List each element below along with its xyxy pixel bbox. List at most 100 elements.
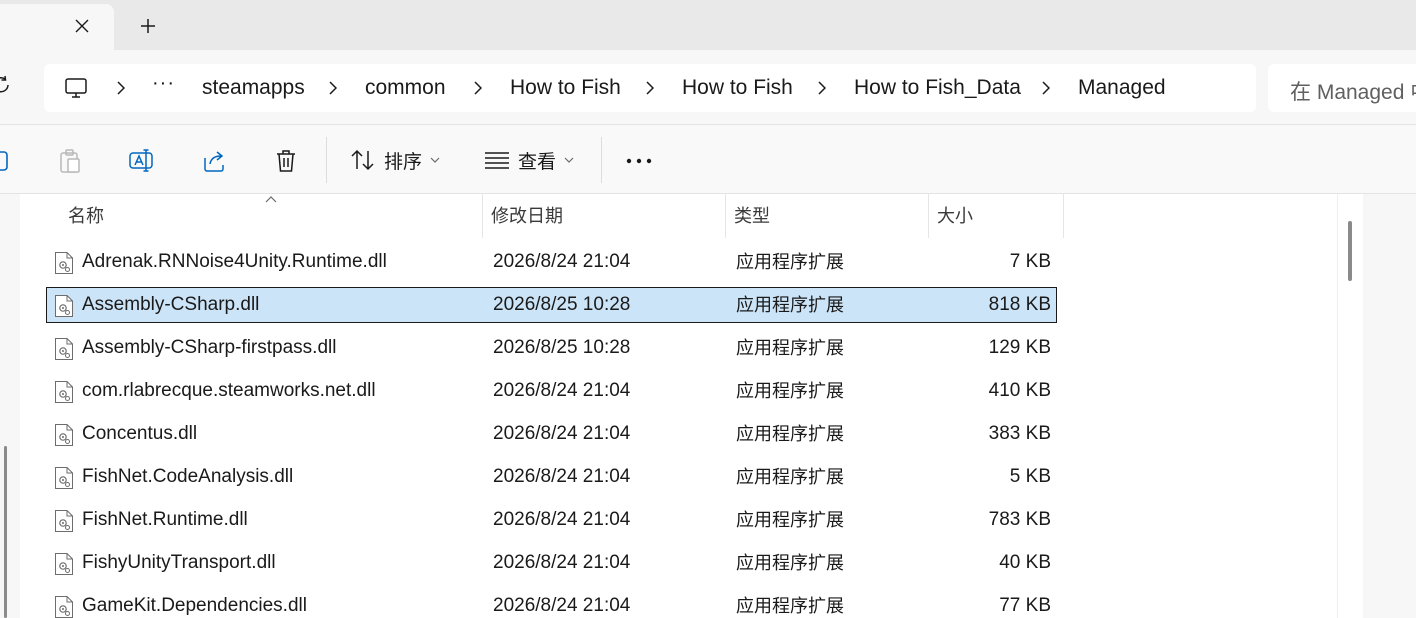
- column-header: 名称 修改日期 类型 大小: [20, 194, 1337, 238]
- delete-icon[interactable]: [272, 147, 300, 175]
- file-modified: 2026/8/24 21:04: [493, 251, 631, 272]
- navigation-bar: ··· steamapps common How to Fish How to …: [0, 50, 1416, 124]
- breadcrumb-managed[interactable]: Managed: [1078, 75, 1166, 101]
- column-name[interactable]: 名称: [60, 194, 482, 238]
- this-pc-icon[interactable]: [64, 76, 88, 100]
- sort-label: 排序: [384, 151, 423, 173]
- dll-file-icon: [54, 423, 74, 447]
- file-type: 应用程序扩展: [736, 381, 844, 401]
- breadcrumb-common[interactable]: common: [365, 75, 446, 101]
- tab-strip: [0, 0, 1416, 50]
- plus-icon: [141, 19, 155, 33]
- file-name: Concentus.dll: [82, 423, 198, 444]
- file-modified: 2026/8/24 21:04: [493, 509, 631, 530]
- column-modified[interactable]: 修改日期: [483, 194, 725, 238]
- file-row[interactable]: GameKit.Dependencies.dll 2026/8/24 21:04 应…: [46, 588, 1057, 618]
- file-size: 77 KB: [999, 595, 1051, 616]
- dll-file-icon: [54, 337, 74, 361]
- command-bar: 排序 查看: [0, 124, 1416, 194]
- breadcrumb-how-to-fish-2[interactable]: How to Fish: [682, 75, 793, 101]
- chevron-right-icon[interactable]: [471, 76, 485, 100]
- file-size: 7 KB: [1009, 251, 1051, 272]
- file-modified: 2026/8/24 21:04: [493, 466, 631, 487]
- divider: [601, 137, 602, 183]
- file-name: Adrenak.RNNoise4Unity.Runtime.dll: [82, 251, 387, 272]
- sort-icon: [351, 149, 374, 171]
- chevron-right-icon[interactable]: [114, 76, 128, 100]
- address-bar[interactable]: ··· steamapps common How to Fish How to …: [44, 64, 1256, 112]
- navigation-pane: [0, 194, 20, 618]
- new-tab-button[interactable]: [136, 14, 160, 38]
- file-modified: 2026/8/24 21:04: [493, 595, 631, 616]
- file-name: FishNet.CodeAnalysis.dll: [82, 466, 294, 487]
- chevron-right-icon[interactable]: [1039, 76, 1053, 100]
- dll-file-icon: [54, 595, 74, 618]
- file-name: Assembly-CSharp-firstpass.dll: [82, 337, 337, 358]
- file-size: 783 KB: [988, 509, 1051, 530]
- more-icon: [626, 158, 652, 164]
- file-name: FishNet.Runtime.dll: [82, 509, 248, 530]
- paste-icon[interactable]: [56, 147, 84, 175]
- dll-file-icon: [54, 294, 74, 318]
- file-row[interactable]: com.rlabrecque.steamworks.net.dll 2026/8/…: [46, 373, 1057, 409]
- file-size: 5 KB: [1009, 466, 1051, 487]
- breadcrumb-overflow-button[interactable]: ···: [152, 72, 175, 95]
- more-options-button[interactable]: [622, 147, 656, 175]
- breadcrumb-how-to-fish-data[interactable]: How to Fish_Data: [854, 75, 1021, 101]
- file-row[interactable]: FishNet.Runtime.dll 2026/8/24 21:04 应用程序扩展…: [46, 502, 1057, 538]
- file-type: 应用程序扩展: [736, 553, 844, 573]
- rename-icon[interactable]: [128, 147, 156, 175]
- file-name: FishyUnityTransport.dll: [82, 552, 276, 573]
- dll-file-icon: [54, 251, 74, 275]
- sort-button[interactable]: 排序: [350, 143, 440, 177]
- file-modified: 2026/8/24 21:04: [493, 380, 631, 401]
- breadcrumb-steamapps[interactable]: steamapps: [202, 75, 305, 101]
- file-name: com.rlabrecque.steamworks.net.dll: [82, 380, 376, 401]
- breadcrumb-how-to-fish[interactable]: How to Fish: [510, 75, 621, 101]
- file-row[interactable]: Assembly-CSharp-firstpass.dll 2026/8/25 1…: [46, 330, 1057, 366]
- file-row[interactable]: FishyUnityTransport.dll 2026/8/24 21:04 应用…: [46, 545, 1057, 581]
- file-row[interactable]: Adrenak.RNNoise4Unity.Runtime.dll 2026/8/…: [46, 244, 1057, 280]
- file-name: GameKit.Dependencies.dll: [82, 595, 307, 616]
- chevron-right-icon[interactable]: [326, 76, 340, 100]
- file-row[interactable]: Assembly-CSharp.dll 2026/8/25 10:28 应用程序扩展…: [46, 287, 1057, 323]
- chevron-right-icon[interactable]: [815, 76, 829, 100]
- details-pane: [1363, 194, 1416, 618]
- view-button[interactable]: 查看: [484, 143, 574, 177]
- dll-file-icon: [54, 509, 74, 533]
- dll-file-icon: [54, 552, 74, 576]
- file-modified: 2026/8/24 21:04: [493, 552, 631, 573]
- list-view-icon: [485, 152, 509, 169]
- active-tab[interactable]: [0, 4, 114, 50]
- close-icon[interactable]: [70, 14, 94, 38]
- navigation-pane-scrollbar[interactable]: [4, 446, 7, 618]
- search-placeholder: 在 Managed 中: [1290, 81, 1416, 104]
- search-input[interactable]: 在 Managed 中: [1268, 64, 1416, 112]
- copy-icon[interactable]: [0, 147, 14, 175]
- divider: [326, 137, 327, 183]
- file-type: 应用程序扩展: [736, 424, 844, 444]
- file-list-scrollbar-thumb[interactable]: [1348, 221, 1352, 281]
- column-resize-handle[interactable]: [1063, 194, 1064, 238]
- file-type: 应用程序扩展: [736, 596, 844, 616]
- chevron-right-icon[interactable]: [643, 76, 657, 100]
- chevron-down-icon: [430, 157, 440, 163]
- file-size: 40 KB: [999, 552, 1051, 573]
- chevron-down-icon: [564, 157, 574, 163]
- file-type: 应用程序扩展: [736, 338, 844, 358]
- file-row[interactable]: Concentus.dll 2026/8/24 21:04 应用程序扩展 383 KB: [46, 416, 1057, 452]
- view-label: 查看: [518, 151, 557, 173]
- refresh-icon[interactable]: [0, 74, 12, 96]
- file-modified: 2026/8/25 10:28: [493, 337, 631, 358]
- share-icon[interactable]: [200, 147, 228, 175]
- file-row[interactable]: FishNet.CodeAnalysis.dll 2026/8/24 21:04 应…: [46, 459, 1057, 495]
- dll-file-icon: [54, 466, 74, 490]
- dll-file-icon: [54, 380, 74, 404]
- column-type[interactable]: 类型: [726, 194, 928, 238]
- file-size: 410 KB: [988, 380, 1051, 401]
- file-name: Assembly-CSharp.dll: [82, 294, 260, 315]
- file-type: 应用程序扩展: [736, 252, 844, 272]
- file-size: 383 KB: [988, 423, 1051, 444]
- file-type: 应用程序扩展: [736, 510, 844, 530]
- column-size[interactable]: 大小: [929, 194, 1063, 238]
